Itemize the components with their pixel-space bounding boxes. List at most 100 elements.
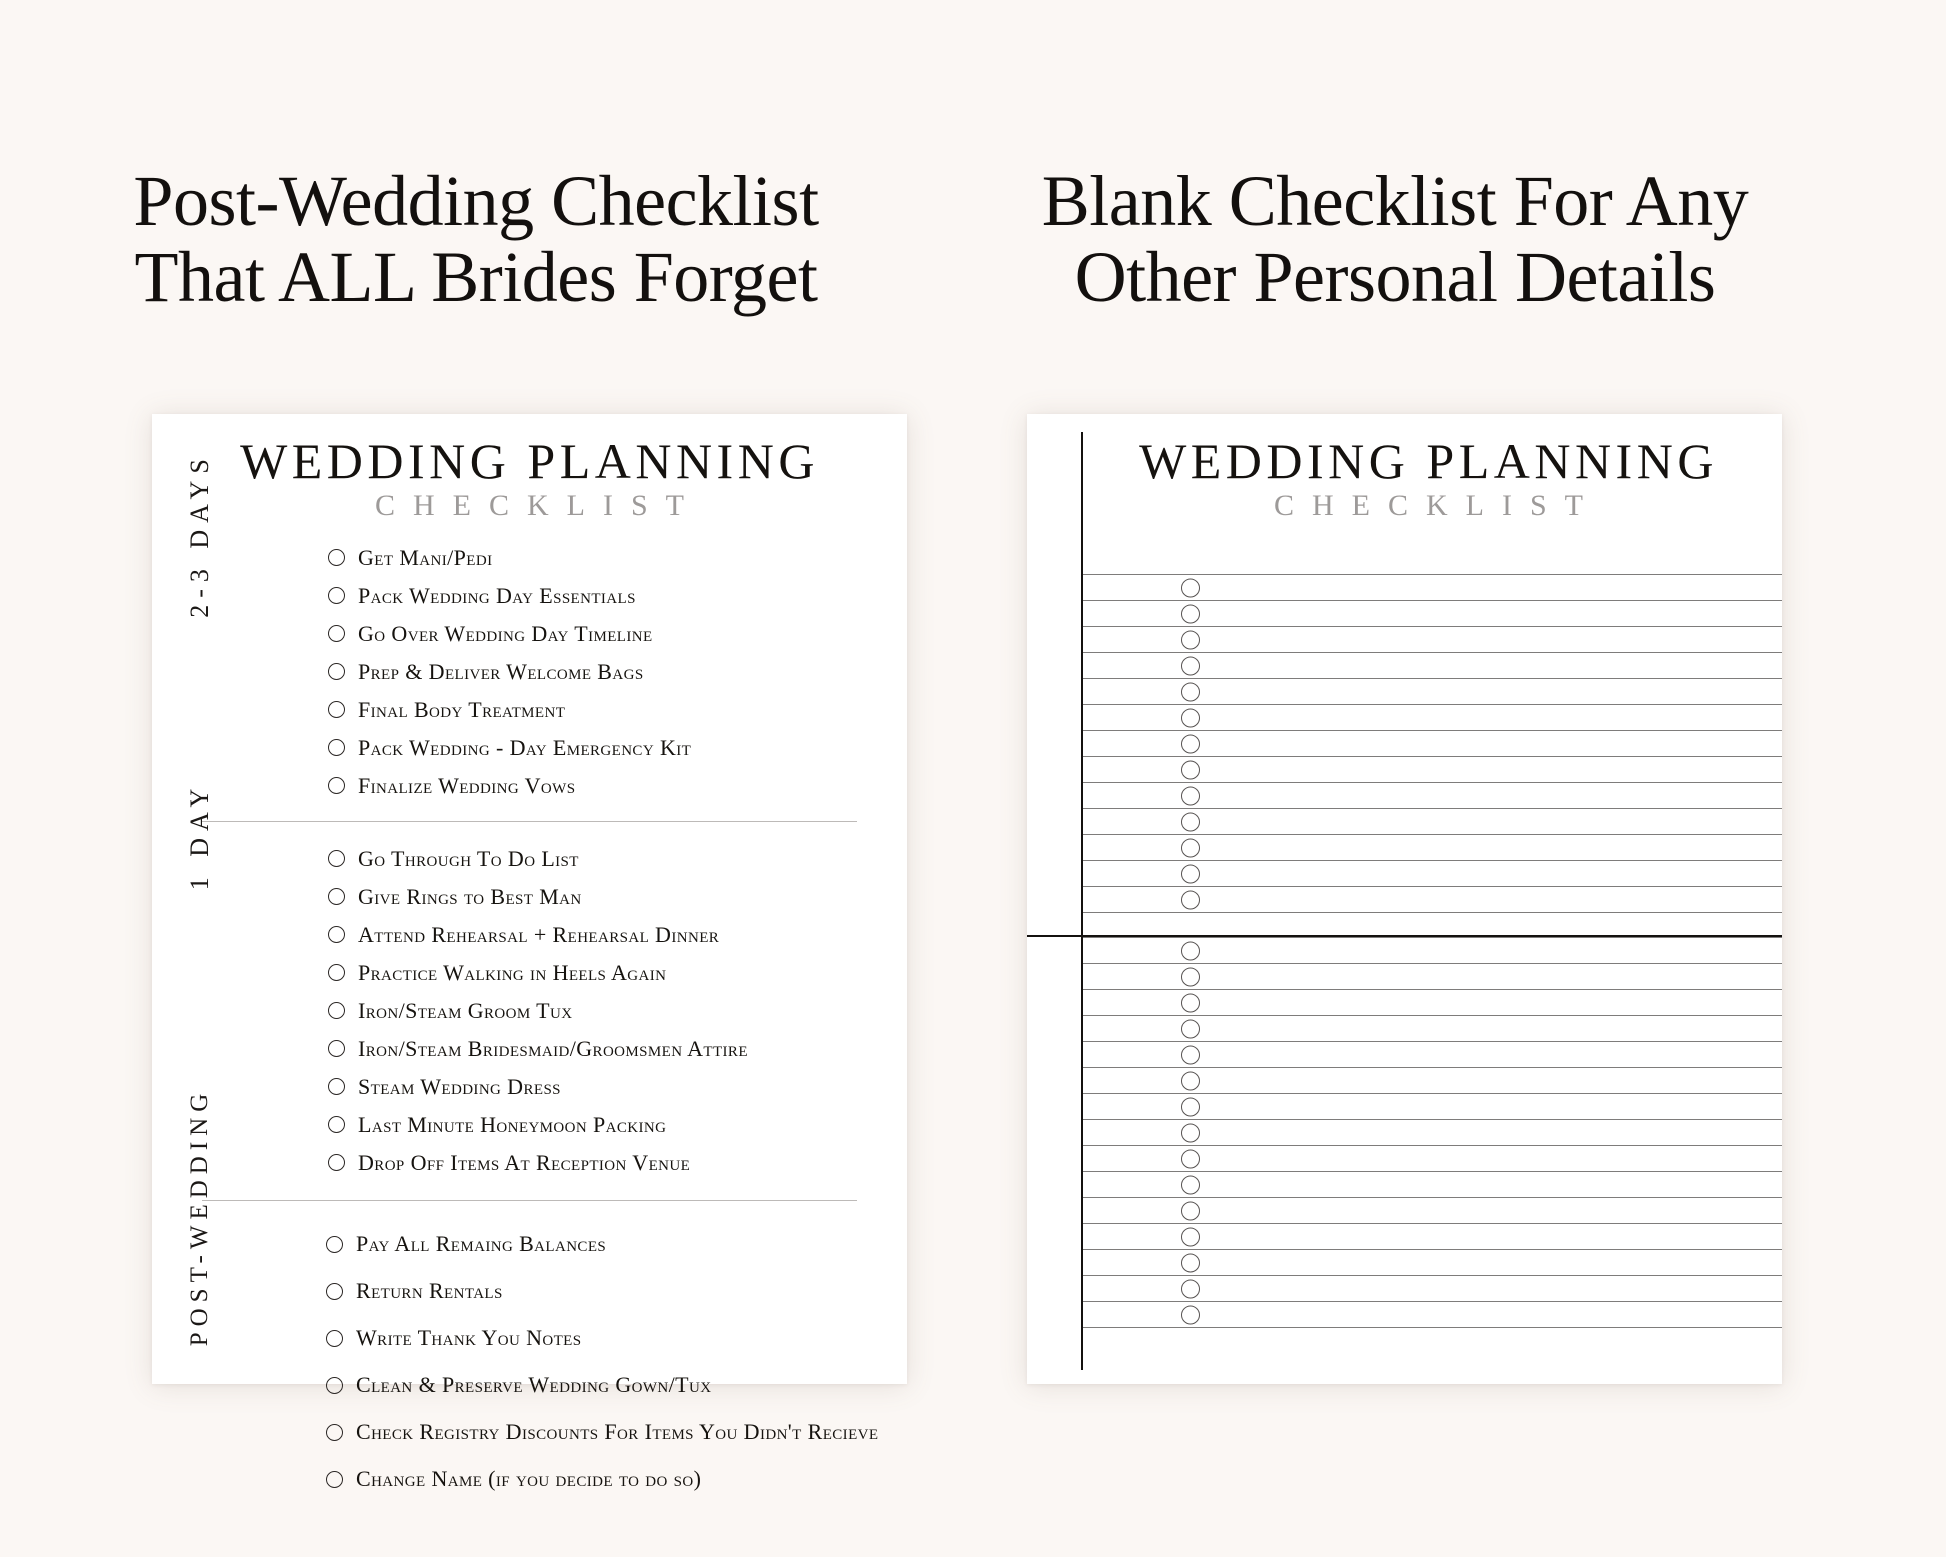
checkbox-circle-icon[interactable] — [1181, 812, 1200, 831]
checkbox-circle-icon[interactable] — [1181, 890, 1200, 909]
blank-row[interactable] — [1083, 964, 1782, 989]
checklist-item[interactable]: Steam Wedding Dress — [328, 1068, 907, 1106]
blank-row[interactable] — [1083, 1224, 1782, 1249]
checkbox-circle-icon[interactable] — [1181, 1149, 1200, 1168]
checklist-item[interactable]: Return Rentals — [326, 1268, 907, 1315]
blank-row[interactable] — [1083, 1146, 1782, 1171]
checklist-item[interactable]: Check Registry Discounts For Items You D… — [326, 1409, 907, 1456]
checklist-item[interactable]: Write Thank You Notes — [326, 1315, 907, 1362]
blank-row[interactable] — [1083, 627, 1782, 652]
checklist-item[interactable]: Iron/Steam Groom Tux — [328, 992, 907, 1030]
blank-row[interactable] — [1083, 938, 1782, 963]
blank-row[interactable] — [1083, 601, 1782, 626]
checkbox-circle-icon[interactable] — [328, 1116, 345, 1133]
blank-row[interactable] — [1083, 1120, 1782, 1145]
checkbox-circle-icon[interactable] — [1181, 838, 1200, 857]
checkbox-circle-icon[interactable] — [328, 1040, 345, 1057]
checkbox-circle-icon[interactable] — [326, 1423, 343, 1441]
checkbox-circle-icon[interactable] — [326, 1376, 343, 1394]
blank-row[interactable] — [1083, 653, 1782, 678]
checkbox-circle-icon[interactable] — [328, 549, 345, 566]
checkbox-circle-icon[interactable] — [328, 663, 345, 680]
checkbox-circle-icon[interactable] — [328, 1078, 345, 1095]
blank-row[interactable] — [1083, 679, 1782, 704]
checkbox-circle-icon[interactable] — [1181, 630, 1200, 649]
checkbox-circle-icon[interactable] — [1181, 1097, 1200, 1116]
checklist-item[interactable]: Clean & Preserve Wedding Gown/Tux — [326, 1362, 907, 1409]
blank-row[interactable] — [1083, 705, 1782, 730]
blank-row[interactable] — [1083, 1302, 1782, 1327]
checkbox-circle-icon[interactable] — [1181, 682, 1200, 701]
checkbox-circle-icon[interactable] — [1181, 734, 1200, 753]
checklist-item[interactable]: Iron/Steam Bridesmaid/Groomsmen Attire — [328, 1030, 907, 1068]
blank-row[interactable] — [1083, 731, 1782, 756]
checklist-item[interactable]: Attend Rehearsal + Rehearsal Dinner — [328, 916, 907, 954]
blank-row[interactable] — [1083, 887, 1782, 912]
checkbox-circle-icon[interactable] — [328, 926, 345, 943]
checklist-item[interactable]: Drop Off Items At Reception Venue — [328, 1144, 907, 1182]
blank-row[interactable] — [1083, 1198, 1782, 1223]
blank-row[interactable] — [1083, 1042, 1782, 1067]
checklist-item[interactable]: Go Through To Do List — [328, 840, 907, 878]
checklist-item[interactable]: Prep & Deliver Welcome Bags — [328, 653, 907, 691]
checkbox-circle-icon[interactable] — [1181, 864, 1200, 883]
blank-row[interactable] — [1083, 575, 1782, 600]
checkbox-circle-icon[interactable] — [328, 739, 345, 756]
checkbox-circle-icon[interactable] — [1181, 1305, 1200, 1324]
checkbox-circle-icon[interactable] — [1181, 1201, 1200, 1220]
checkbox-circle-icon[interactable] — [328, 625, 345, 642]
checkbox-circle-icon[interactable] — [1181, 1253, 1200, 1272]
checkbox-circle-icon[interactable] — [1181, 760, 1200, 779]
checklist-item[interactable]: Pack Wedding Day Essentials — [328, 577, 907, 615]
checklist-item[interactable]: Practice Walking in Heels Again — [328, 954, 907, 992]
checkbox-circle-icon[interactable] — [1181, 1123, 1200, 1142]
blank-row[interactable] — [1083, 1068, 1782, 1093]
checkbox-circle-icon[interactable] — [1181, 1227, 1200, 1246]
checkbox-circle-icon[interactable] — [326, 1282, 343, 1300]
blank-row[interactable] — [1083, 835, 1782, 860]
checkbox-circle-icon[interactable] — [1181, 656, 1200, 675]
checkbox-circle-icon[interactable] — [326, 1470, 343, 1488]
checklist-item[interactable]: Pack Wedding - Day Emergency Kit — [328, 729, 907, 767]
checklist-item[interactable]: Change Name (if you decide to do so) — [326, 1456, 907, 1503]
blank-row[interactable] — [1083, 809, 1782, 834]
checkbox-circle-icon[interactable] — [1181, 1019, 1200, 1038]
checklist-item[interactable]: Give Rings to Best Man — [328, 878, 907, 916]
blank-row[interactable] — [1083, 1250, 1782, 1275]
checkbox-circle-icon[interactable] — [1181, 578, 1200, 597]
checklist-item[interactable]: Go Over Wedding Day Timeline — [328, 615, 907, 653]
blank-row[interactable] — [1083, 990, 1782, 1015]
checkbox-circle-icon[interactable] — [1181, 967, 1200, 986]
checkbox-circle-icon[interactable] — [1181, 941, 1200, 960]
checklist-item[interactable]: Finalize Wedding Vows — [328, 767, 907, 805]
checkbox-circle-icon[interactable] — [328, 587, 345, 604]
blank-row[interactable] — [1083, 1276, 1782, 1301]
checkbox-circle-icon[interactable] — [328, 1002, 345, 1019]
checkbox-circle-icon[interactable] — [1181, 604, 1200, 623]
checklist-item[interactable]: Pay All Remaing Balances — [326, 1221, 907, 1268]
checkbox-circle-icon[interactable] — [328, 777, 345, 794]
checkbox-circle-icon[interactable] — [328, 888, 345, 905]
checkbox-circle-icon[interactable] — [328, 1154, 345, 1171]
blank-row[interactable] — [1083, 1172, 1782, 1197]
blank-row[interactable] — [1083, 1094, 1782, 1119]
blank-row[interactable] — [1083, 757, 1782, 782]
checkbox-circle-icon[interactable] — [326, 1235, 343, 1253]
checkbox-circle-icon[interactable] — [328, 964, 345, 981]
checkbox-circle-icon[interactable] — [1181, 1071, 1200, 1090]
blank-row[interactable] — [1083, 783, 1782, 808]
checkbox-circle-icon[interactable] — [328, 701, 345, 718]
checkbox-circle-icon[interactable] — [1181, 993, 1200, 1012]
checkbox-circle-icon[interactable] — [1181, 786, 1200, 805]
blank-row[interactable] — [1083, 1016, 1782, 1041]
blank-row[interactable] — [1083, 861, 1782, 886]
checkbox-circle-icon[interactable] — [326, 1329, 343, 1347]
checkbox-circle-icon[interactable] — [1181, 1175, 1200, 1194]
checklist-item[interactable]: Get Mani/Pedi — [328, 539, 907, 577]
checkbox-circle-icon[interactable] — [328, 850, 345, 867]
checklist-item[interactable]: Final Body Treatment — [328, 691, 907, 729]
checklist-item[interactable]: Last Minute Honeymoon Packing — [328, 1106, 907, 1144]
checkbox-circle-icon[interactable] — [1181, 708, 1200, 727]
checkbox-circle-icon[interactable] — [1181, 1279, 1200, 1298]
checkbox-circle-icon[interactable] — [1181, 1045, 1200, 1064]
